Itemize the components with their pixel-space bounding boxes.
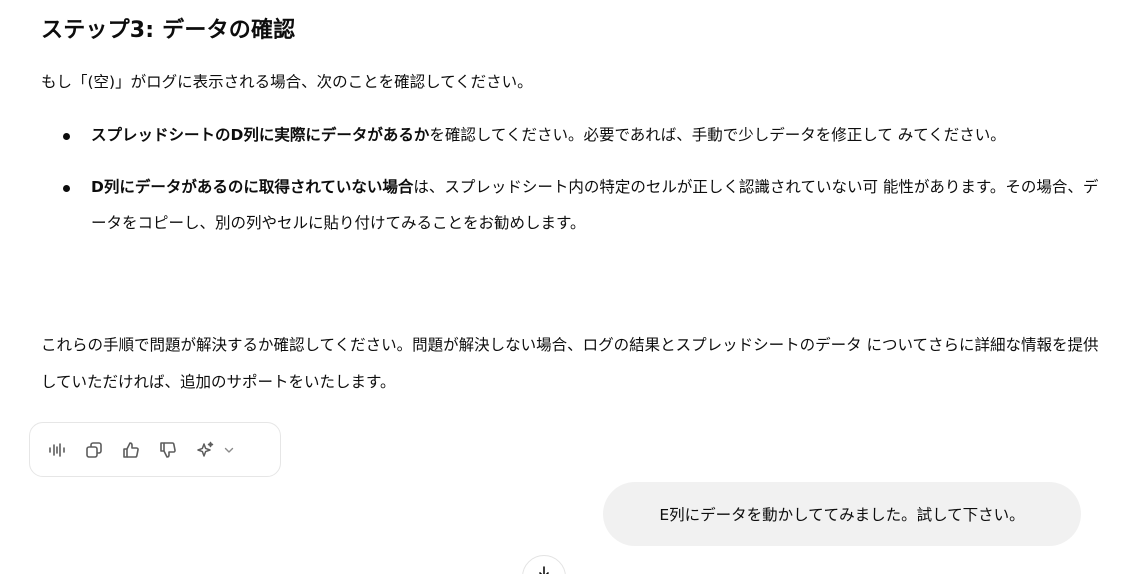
copy-icon[interactable] — [83, 439, 105, 461]
bullet-list: スプレッドシートのD列に実際にデータがあるかを確認してください。必要であれば、手… — [41, 117, 1111, 257]
user-message-bubble: E列にデータを動かしててみました。試して下さい。 — [603, 482, 1081, 546]
thumbs-down-icon[interactable] — [157, 439, 179, 461]
regenerate-menu[interactable] — [194, 439, 240, 461]
bullet-dot — [63, 185, 70, 192]
chevron-down-icon[interactable] — [218, 439, 240, 461]
scroll-to-bottom-button[interactable] — [522, 555, 566, 574]
list-item: スプレッドシートのD列に実際にデータがあるかを確認してください。必要であれば、手… — [41, 117, 1111, 153]
thumbs-up-icon[interactable] — [120, 439, 142, 461]
closing-paragraph: これらの手順で問題が解決するか確認してください。問題が解決しない場合、ログの結果… — [41, 336, 1099, 391]
section-heading: ステップ3: データの確認 — [41, 18, 296, 43]
user-message-text: E列にデータを動かしててみました。試して下さい。 — [659, 506, 1025, 524]
message-actions-bar — [29, 422, 281, 477]
bullet-text: を確認してください。必要であれば、手動で少しデータを修正して みてください。 — [429, 126, 1006, 144]
read-aloud-icon[interactable] — [46, 439, 68, 461]
arrow-down-icon — [537, 564, 551, 574]
chat-page: ステップ3: データの確認 もし「(空)」がログに表示される場合、次のことを確認… — [0, 0, 1138, 574]
intro-paragraph: もし「(空)」がログに表示される場合、次のことを確認してください。 — [41, 73, 533, 91]
sparkle-icon[interactable] — [194, 439, 216, 461]
list-item: D列にデータがあるのに取得されていない場合は、スプレッドシート内の特定のセルが正… — [41, 169, 1111, 241]
bullet-dot — [63, 133, 70, 140]
bullet-bold-text: D列にデータがあるのに取得されていない場合 — [91, 178, 414, 196]
bullet-bold-text: スプレッドシートのD列に実際にデータがあるか — [91, 126, 430, 144]
